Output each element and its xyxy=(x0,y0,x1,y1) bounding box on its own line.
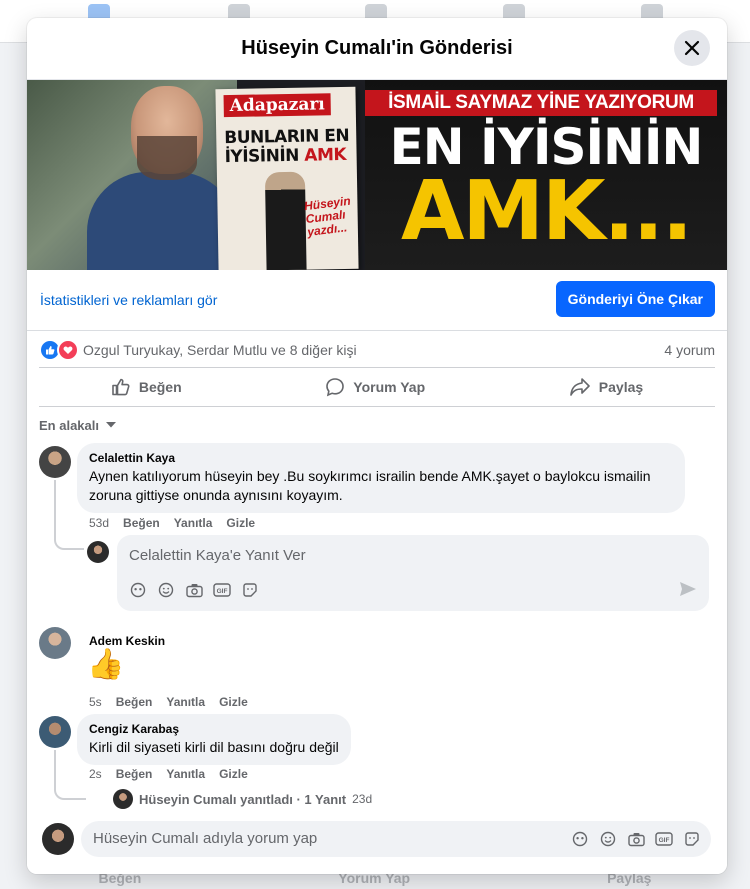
comment-time[interactable]: 53d xyxy=(89,516,109,530)
camera-icon[interactable] xyxy=(627,830,645,848)
comment-sort-dropdown[interactable]: En alakalı xyxy=(39,415,117,435)
avatar-sticker-icon[interactable] xyxy=(129,581,147,599)
thumbs-up-icon xyxy=(112,378,130,396)
newspaper-clipping: Adapazarı BUNLARIN EN İYİSİNİN AMK Hüsey… xyxy=(215,86,359,270)
comment-like-link[interactable]: Beğen xyxy=(123,516,160,530)
insights-bar: İstatistikleri ve reklamları gör Gönderi… xyxy=(27,270,727,331)
like-label: Beğen xyxy=(138,379,182,395)
dialog-title: Hüseyin Cumalı'in Gönderisi xyxy=(241,37,513,59)
reaction-icons[interactable] xyxy=(39,339,79,361)
view-replies-link[interactable]: Hüseyin Cumalı yanıtladı · 1 Yanıt 23d xyxy=(113,789,372,809)
newspaper-masthead: Adapazarı xyxy=(223,93,331,118)
replies-age: 23d xyxy=(352,792,373,806)
comment-label: Yorum Yap xyxy=(353,379,426,395)
avatar[interactable] xyxy=(39,627,71,659)
post-actions: Beğen Yorum Yap Paylaş xyxy=(39,367,715,407)
comment-button[interactable]: Yorum Yap xyxy=(305,371,445,403)
comment-reply-link[interactable]: Yanıtla xyxy=(166,767,205,781)
sticker-icon[interactable] xyxy=(241,581,259,599)
like-button[interactable]: Beğen xyxy=(91,371,202,403)
avatar[interactable] xyxy=(39,446,71,478)
banner-headline: İSMAİL SAYMAZ YİNE YAZIYORUM EN İYİSİNİN… xyxy=(365,80,727,270)
comment-like-link[interactable]: Beğen xyxy=(116,767,153,781)
person-photo xyxy=(27,80,237,270)
comment-reply-link[interactable]: Yanıtla xyxy=(166,695,205,709)
comment-hide-link[interactable]: Gizle xyxy=(219,695,248,709)
reactions-summary: Ozgul Turyukay, Serdar Mutlu ve 8 diğer … xyxy=(39,338,715,362)
comment-text: Kirli dil siyaseti kirli dil basını doğr… xyxy=(89,739,339,755)
sticker-icon[interactable] xyxy=(683,830,701,848)
close-icon xyxy=(684,40,700,56)
comment-hide-link[interactable]: Gizle xyxy=(226,516,255,530)
comment-time[interactable]: 5s xyxy=(89,695,102,709)
comment-author[interactable]: Adem Keskin xyxy=(89,634,165,648)
chevron-down-icon xyxy=(105,422,116,428)
post-image[interactable]: Adapazarı BUNLARIN EN İYİSİNİN AMK Hüsey… xyxy=(27,80,727,270)
comment-placeholder: Hüseyin Cumalı adıyla yorum yap xyxy=(93,830,318,847)
avatar-sticker-icon[interactable] xyxy=(571,830,589,848)
replies-text: Hüseyin Cumalı yanıtladı · 1 Yanıt xyxy=(139,791,347,807)
comment-bubble: Celalettin Kaya Aynen katılıyorum hüseyi… xyxy=(77,443,685,513)
comment-author[interactable]: Celalettin Kaya xyxy=(89,451,673,465)
thread-line xyxy=(54,480,84,550)
newspaper-headline: BUNLARIN EN İYİSİNİN AMK xyxy=(224,125,350,168)
banner-bottom-text: AMK... xyxy=(400,164,693,259)
avatar[interactable] xyxy=(87,541,109,563)
sort-label: En alakalı xyxy=(39,417,99,433)
comment-emoji: 👍 xyxy=(87,648,125,681)
reply-input[interactable]: Celalettin Kaya'e Yanıt Ver GIF xyxy=(117,535,709,611)
close-button[interactable] xyxy=(674,30,710,66)
comment-text: Aynen katılıyorum hüseyin bey .Bu soykır… xyxy=(89,468,651,503)
gif-icon[interactable]: GIF xyxy=(213,581,231,599)
svg-text:GIF: GIF xyxy=(217,588,228,595)
emoji-icon[interactable] xyxy=(157,581,175,599)
comment-meta: 53d Beğen Yanıtla Gizle xyxy=(89,516,255,530)
camera-icon[interactable] xyxy=(185,581,203,599)
svg-text:GIF: GIF xyxy=(659,837,670,844)
love-icon xyxy=(57,339,79,361)
comment-meta: 2s Beğen Yanıtla Gizle xyxy=(89,767,248,781)
emoji-icon[interactable] xyxy=(599,830,617,848)
dialog-header: Hüseyin Cumalı'in Gönderisi xyxy=(27,18,727,80)
send-icon[interactable] xyxy=(679,581,697,597)
post-dialog: Hüseyin Cumalı'in Gönderisi Adapazarı BU… xyxy=(27,18,727,874)
banner-top-text: İSMAİL SAYMAZ YİNE YAZIYORUM xyxy=(365,90,717,116)
comment-count[interactable]: 4 yorum xyxy=(664,342,715,358)
comment-bubble: Cengiz Karabaş Kirli dil siyaseti kirli … xyxy=(77,714,351,765)
comment-reply-link[interactable]: Yanıtla xyxy=(174,516,213,530)
comment-icon xyxy=(326,378,345,397)
comment-hide-link[interactable]: Gizle xyxy=(219,767,248,781)
comment-like-link[interactable]: Beğen xyxy=(116,695,153,709)
boost-post-button[interactable]: Gönderiyi Öne Çıkar xyxy=(555,281,715,317)
newspaper-figure xyxy=(264,171,307,270)
gif-icon[interactable]: GIF xyxy=(655,830,673,848)
comment-author[interactable]: Cengiz Karabaş xyxy=(89,722,339,736)
reaction-names[interactable]: Ozgul Turyukay, Serdar Mutlu ve 8 diğer … xyxy=(83,342,357,358)
avatar[interactable] xyxy=(39,716,71,748)
comment-meta: 5s Beğen Yanıtla Gizle xyxy=(89,695,248,709)
composer-tools: GIF xyxy=(571,830,701,848)
comment-time[interactable]: 2s xyxy=(89,767,102,781)
reply-tools: GIF xyxy=(129,581,259,599)
share-label: Paylaş xyxy=(598,379,644,395)
share-icon xyxy=(569,378,590,396)
avatar[interactable] xyxy=(42,823,74,855)
insights-link[interactable]: İstatistikleri ve reklamları gör xyxy=(40,292,217,308)
newspaper-byline: Hüseyin Cumalı yazdı... xyxy=(303,193,352,240)
share-button[interactable]: Paylaş xyxy=(549,371,663,403)
comment-input[interactable]: Hüseyin Cumalı adıyla yorum yap GIF xyxy=(81,821,711,857)
comment-composer: Hüseyin Cumalı adıyla yorum yap GIF xyxy=(27,813,727,874)
thread-line xyxy=(54,750,86,800)
avatar xyxy=(113,789,133,809)
reply-placeholder: Celalettin Kaya'e Yanıt Ver xyxy=(129,547,306,564)
